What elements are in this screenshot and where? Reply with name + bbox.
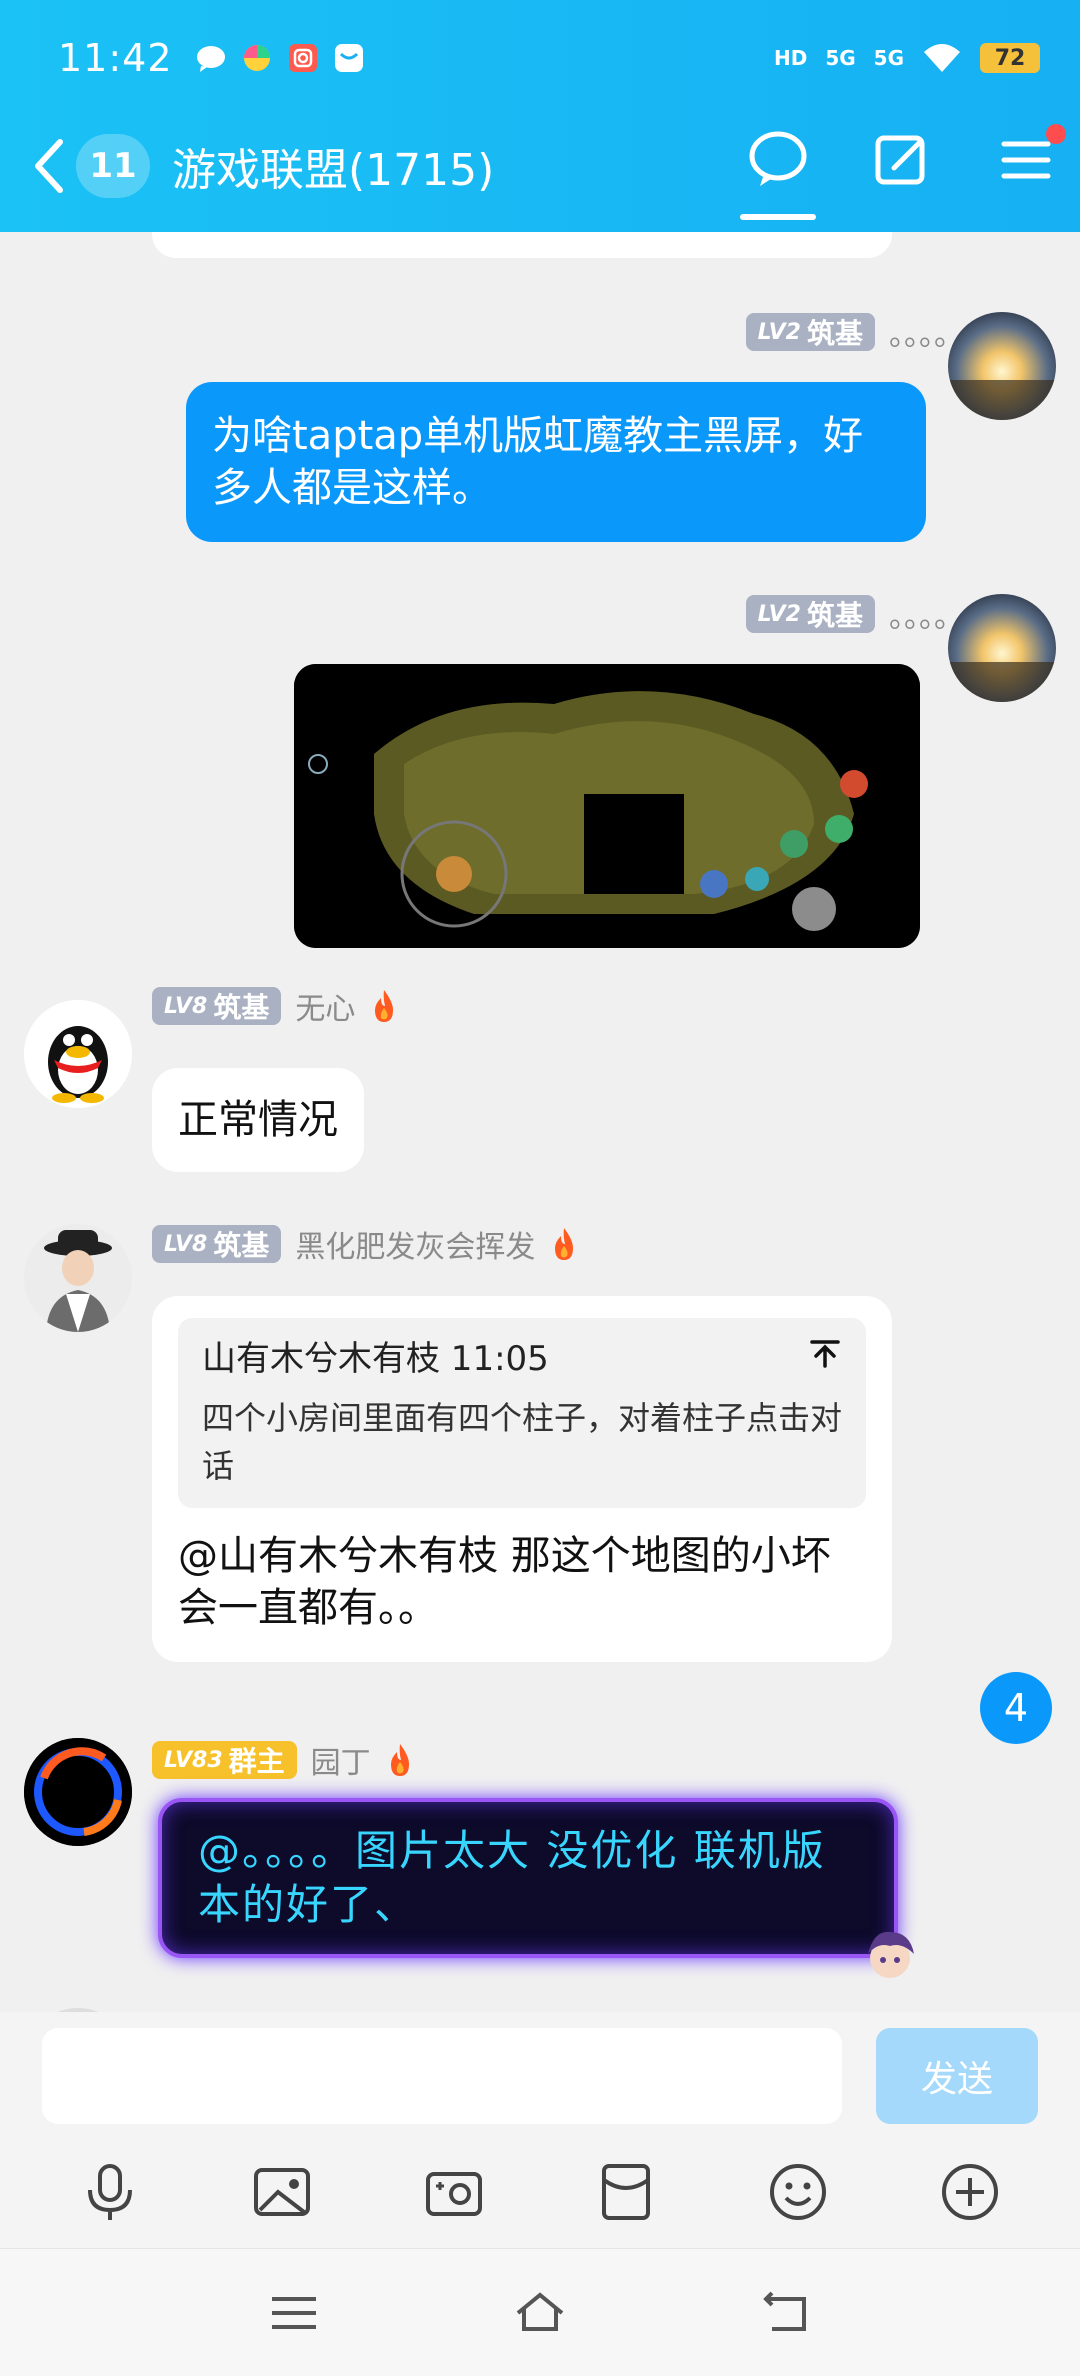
nav-bar: 11 游戏联盟(1715) xyxy=(0,120,1080,220)
quoted-message[interactable]: 山有木兮木有枝 11:05 四个小房间里面有四个柱子，对着柱子点击对话 xyxy=(178,1318,866,1508)
message-meta: LV8 筑基 无心 xyxy=(152,984,399,1028)
sender-name: 无心 xyxy=(295,992,356,1027)
message-bubble[interactable]: 正常情况 xyxy=(152,1068,364,1172)
quote-author-time: 山有木兮木有枝 11:05 xyxy=(202,1339,549,1379)
hd-indicator: HD xyxy=(773,46,808,70)
avatar[interactable] xyxy=(948,312,1056,420)
message-meta: LV8 筑基 黑化肥发灰会挥发 xyxy=(152,1222,579,1266)
message-input[interactable] xyxy=(42,2028,842,2124)
status-time: 11:42 xyxy=(58,36,173,80)
level-badge: LV2 筑基 xyxy=(745,595,875,633)
wifi-icon xyxy=(924,44,960,72)
chat-messages[interactable]: LV2 筑基 。。。。 为啥taptap单机版虹魔教主黑屏，好多人都是这样。 LV… xyxy=(0,232,1080,2012)
message-bubble[interactable]: 为啥taptap单机版虹魔教主黑屏，好多人都是这样。 xyxy=(186,382,926,542)
nav-actions xyxy=(740,124,1066,220)
status-bar: 11:42 HD 5G 5G 72 xyxy=(58,30,1040,86)
red-packet-icon[interactable] xyxy=(594,2160,658,2224)
sender-name: 。。。。 xyxy=(889,318,964,353)
avatar[interactable] xyxy=(24,1224,132,1332)
reply-message-bubble[interactable]: 山有木兮木有枝 11:05 四个小房间里面有四个柱子，对着柱子点击对话 @山有木… xyxy=(152,1296,892,1662)
flame-icon xyxy=(375,990,394,1022)
sender-name: 黑化肥发灰会挥发 xyxy=(295,1230,536,1265)
battery-indicator: 72 xyxy=(980,43,1040,73)
sunset-avatar-image xyxy=(948,594,1056,702)
system-nav-bar xyxy=(0,2248,1080,2376)
level-badge: LV8 筑基 xyxy=(152,1225,282,1263)
message-meta: LV2 筑基 。。。。 xyxy=(745,310,964,354)
level-badge: LV2 筑基 xyxy=(745,313,875,351)
avatar[interactable] xyxy=(24,1000,132,1108)
input-area: 发送 xyxy=(0,2012,1080,2248)
signal-1: 5G xyxy=(825,46,856,70)
edit-icon xyxy=(875,135,925,185)
level-badge: LV8 筑基 xyxy=(152,987,282,1025)
back-arrow-icon[interactable] xyxy=(30,136,70,196)
notification-icons xyxy=(195,42,365,74)
unread-count-badge[interactable]: 11 xyxy=(76,134,150,198)
back-icon[interactable] xyxy=(758,2289,814,2337)
penguin-avatar-image xyxy=(24,1000,132,1108)
previous-message-tail xyxy=(152,232,892,258)
game-screenshot-image xyxy=(294,664,920,948)
image-icon[interactable] xyxy=(250,2160,314,2224)
menu-red-dot xyxy=(1046,124,1066,144)
message-meta: LV2 筑基 。。。。 xyxy=(745,592,964,636)
new-messages-badge[interactable]: 4 xyxy=(980,1672,1052,1744)
plus-icon[interactable] xyxy=(938,2160,1002,2224)
jump-to-original-icon[interactable] xyxy=(808,1336,842,1370)
quote-text: 四个小房间里面有四个柱子，对着柱子点击对话 xyxy=(202,1399,843,1485)
app-notification-icon xyxy=(243,45,270,71)
person-hat-avatar-image xyxy=(24,1224,132,1332)
group-title[interactable]: 游戏联盟(1715) xyxy=(172,134,494,198)
sunset-avatar-image xyxy=(948,312,1056,420)
anime-sticker-decoration xyxy=(868,1931,914,1978)
input-toolbar xyxy=(0,2144,1080,2240)
emoji-icon[interactable] xyxy=(766,2160,830,2224)
chat-tab[interactable] xyxy=(740,128,816,220)
fire-ring-avatar-image xyxy=(24,1738,132,1846)
reply-text: @山有木兮木有枝 那这个地图的小坏会一直都有。。 xyxy=(178,1533,831,1631)
flame-icon xyxy=(555,1228,574,1260)
menu-button[interactable] xyxy=(994,124,1066,192)
camera-app-icon xyxy=(288,44,317,72)
avatar[interactable] xyxy=(948,594,1056,702)
chat-bubble-icon xyxy=(749,131,807,186)
sender-name: 。。。。 xyxy=(889,600,964,635)
decorated-message-bubble[interactable]: @。。。。图片太大 没优化 联机版本的好了、 xyxy=(158,1798,898,1958)
top-header: 11:42 HD 5G 5G 72 11 游戏联盟(1715) xyxy=(0,0,1080,232)
system-icons: HD 5G 5G 72 xyxy=(774,42,1040,74)
mail-notification-icon xyxy=(334,44,363,72)
compose-button[interactable] xyxy=(870,128,934,192)
sender-name: 园丁 xyxy=(310,1746,371,1781)
flame-icon xyxy=(390,1744,409,1776)
message-meta: LV83 群主 园丁 xyxy=(152,1738,415,1782)
camera-icon[interactable] xyxy=(422,2160,486,2224)
image-message[interactable] xyxy=(294,664,920,948)
message-notification-icon xyxy=(196,46,225,72)
home-icon[interactable] xyxy=(512,2289,568,2337)
microphone-icon[interactable] xyxy=(78,2160,142,2224)
recent-apps-icon[interactable] xyxy=(266,2289,322,2337)
signal-2: 5G xyxy=(873,46,904,70)
level-badge: LV83 群主 xyxy=(152,1741,297,1779)
send-button[interactable]: 发送 xyxy=(876,2028,1038,2124)
avatar[interactable] xyxy=(24,1738,132,1846)
quote-header: 山有木兮木有枝 11:05 xyxy=(202,1336,842,1382)
